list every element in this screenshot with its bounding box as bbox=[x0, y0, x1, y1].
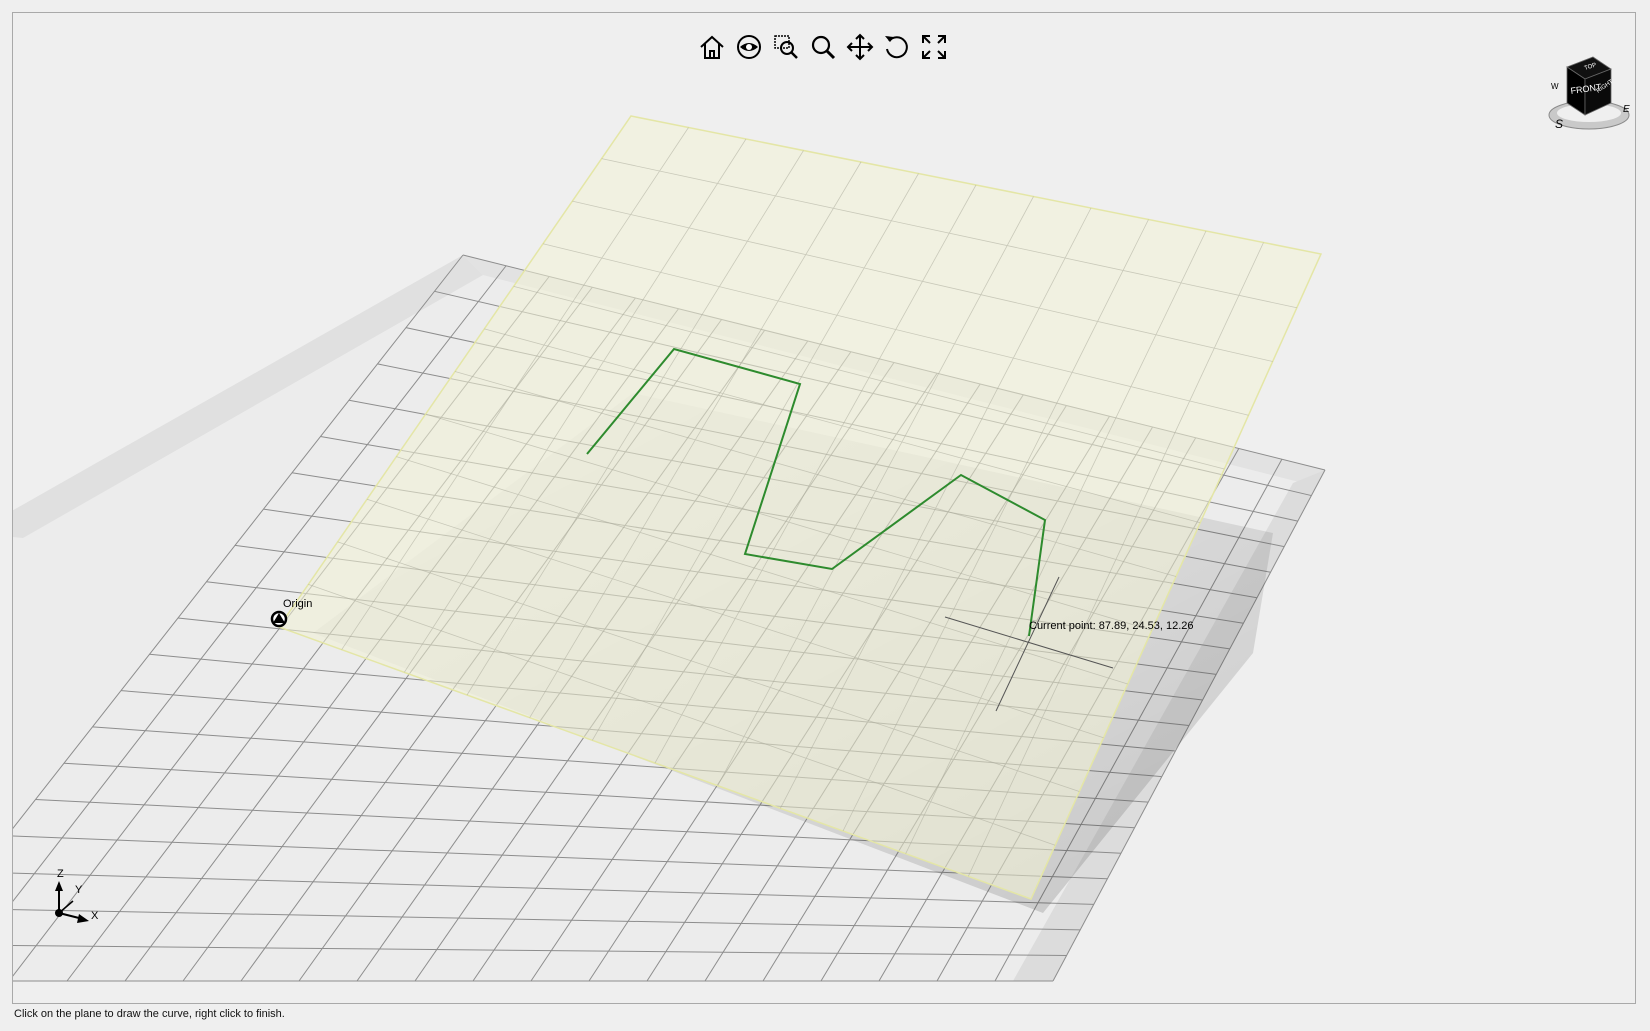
view-cube[interactable]: TOP FRONT RIGHT S E W bbox=[1535, 49, 1636, 139]
status-message: Click on the plane to draw the curve, ri… bbox=[14, 1008, 285, 1020]
compass-west: W bbox=[1551, 82, 1559, 91]
scene-canvas[interactable]: Origin Current point: 87.89, 24.53, 12.2… bbox=[13, 13, 1636, 1004]
origin-label: Origin bbox=[283, 598, 312, 610]
zoom-window-button[interactable] bbox=[770, 31, 802, 63]
axis-y-label: Y bbox=[75, 884, 83, 896]
rotate-icon bbox=[885, 36, 908, 59]
origin-marker bbox=[270, 610, 288, 628]
pan-button[interactable] bbox=[844, 31, 876, 63]
home-icon bbox=[700, 35, 724, 59]
axis-x-label: X bbox=[91, 910, 99, 922]
fit-all-button[interactable] bbox=[918, 31, 950, 63]
home-view-button[interactable] bbox=[696, 31, 728, 63]
orbit-button[interactable] bbox=[881, 31, 913, 63]
move-arrows-icon bbox=[846, 33, 874, 61]
eye-icon bbox=[737, 35, 761, 59]
compass-south: S bbox=[1555, 117, 1563, 131]
fullscreen-icon bbox=[922, 35, 946, 59]
zoom-window-icon bbox=[774, 35, 798, 59]
cursor-coordinates-readout: Current point: 87.89, 24.53, 12.26 bbox=[1029, 620, 1194, 632]
zoom-button[interactable] bbox=[807, 31, 839, 63]
3d-viewport[interactable]: Origin Current point: 87.89, 24.53, 12.2… bbox=[12, 12, 1636, 1004]
navigation-toolbar bbox=[696, 31, 950, 63]
axis-z-label: Z bbox=[57, 868, 64, 880]
compass-east: E bbox=[1623, 104, 1630, 115]
magnifier-icon bbox=[811, 35, 836, 60]
look-around-button[interactable] bbox=[733, 31, 765, 63]
